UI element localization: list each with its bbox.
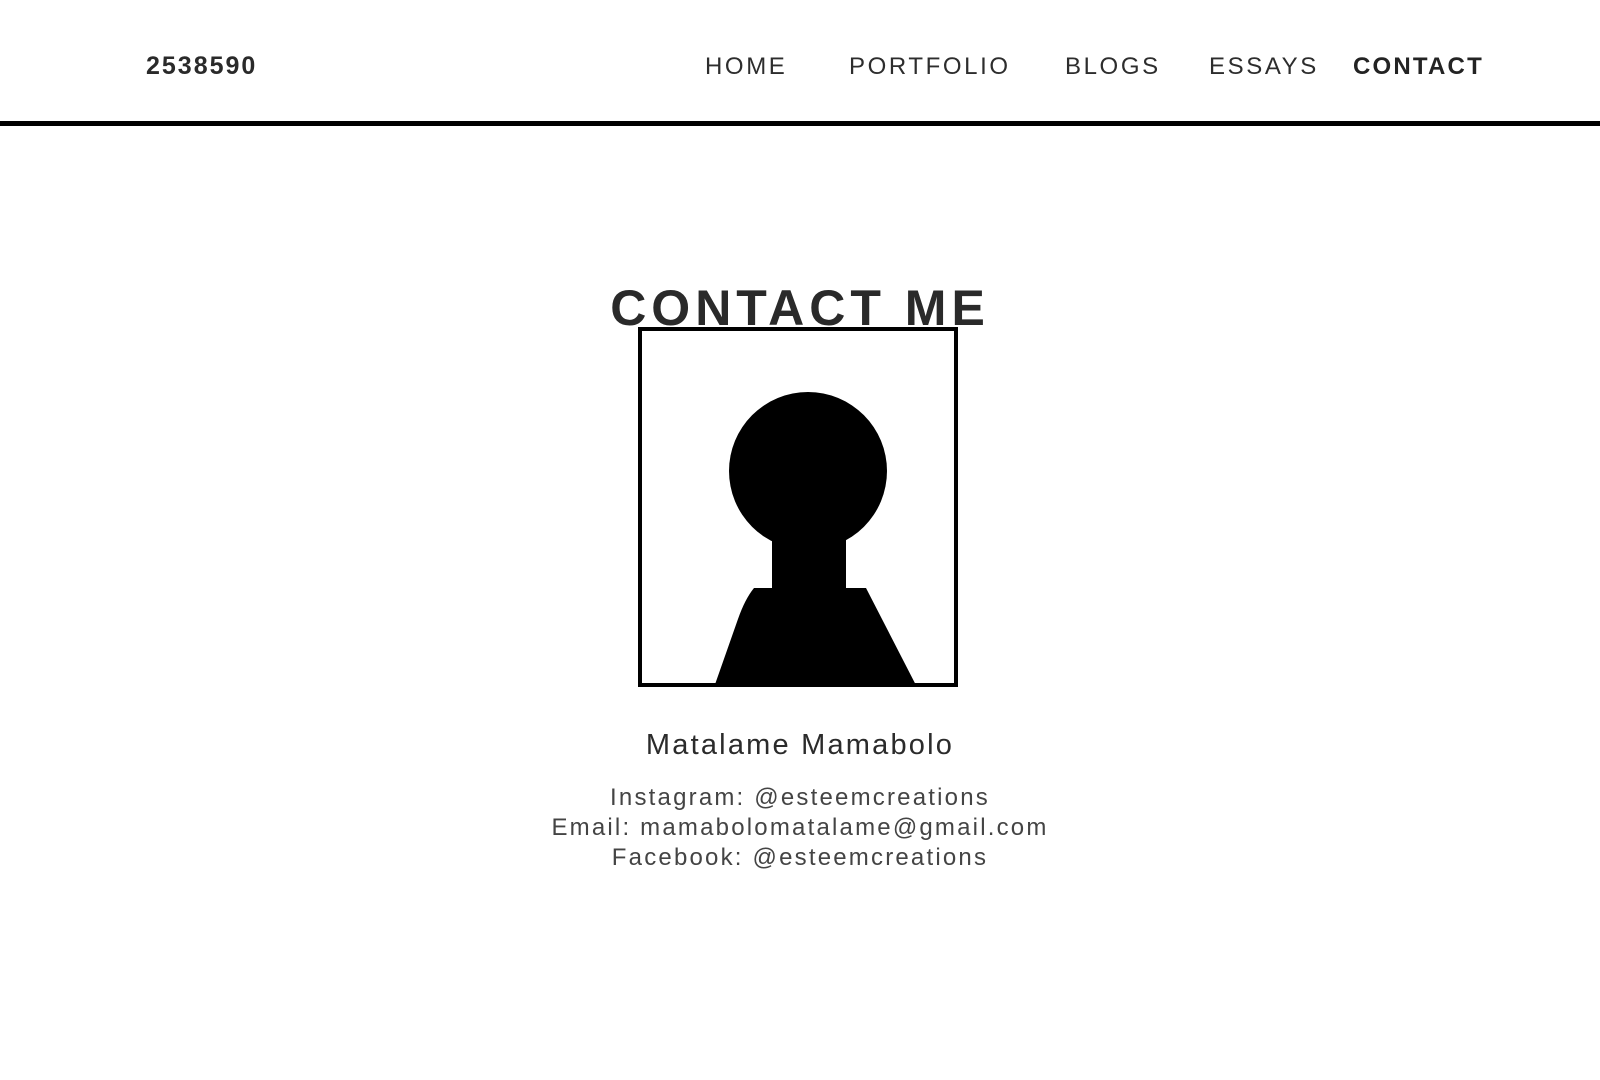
nav-essays-link[interactable]: ESSAYS <box>1209 53 1319 81</box>
site-header: 2538590 HOME PORTFOLIO BLOGS ESSAYS CONT… <box>0 0 1600 126</box>
email-contact[interactable]: Email: mamabolomatalame@gmail.com <box>0 814 1600 842</box>
nav-home-link[interactable]: HOME <box>705 53 787 81</box>
site-logo[interactable]: 2538590 <box>146 52 257 81</box>
nav-blogs-link[interactable]: BLOGS <box>1065 53 1161 81</box>
nav-contact-link[interactable]: CONTACT <box>1353 53 1484 81</box>
profile-photo-frame <box>638 327 958 687</box>
facebook-contact[interactable]: Facebook: @esteemcreations <box>0 844 1600 872</box>
profile-name: Matalame Mamabolo <box>645 729 955 761</box>
instagram-contact[interactable]: Instagram: @esteemcreations <box>0 784 1600 812</box>
person-silhouette-icon <box>715 392 915 683</box>
nav-portfolio-link[interactable]: PORTFOLIO <box>849 53 1011 81</box>
